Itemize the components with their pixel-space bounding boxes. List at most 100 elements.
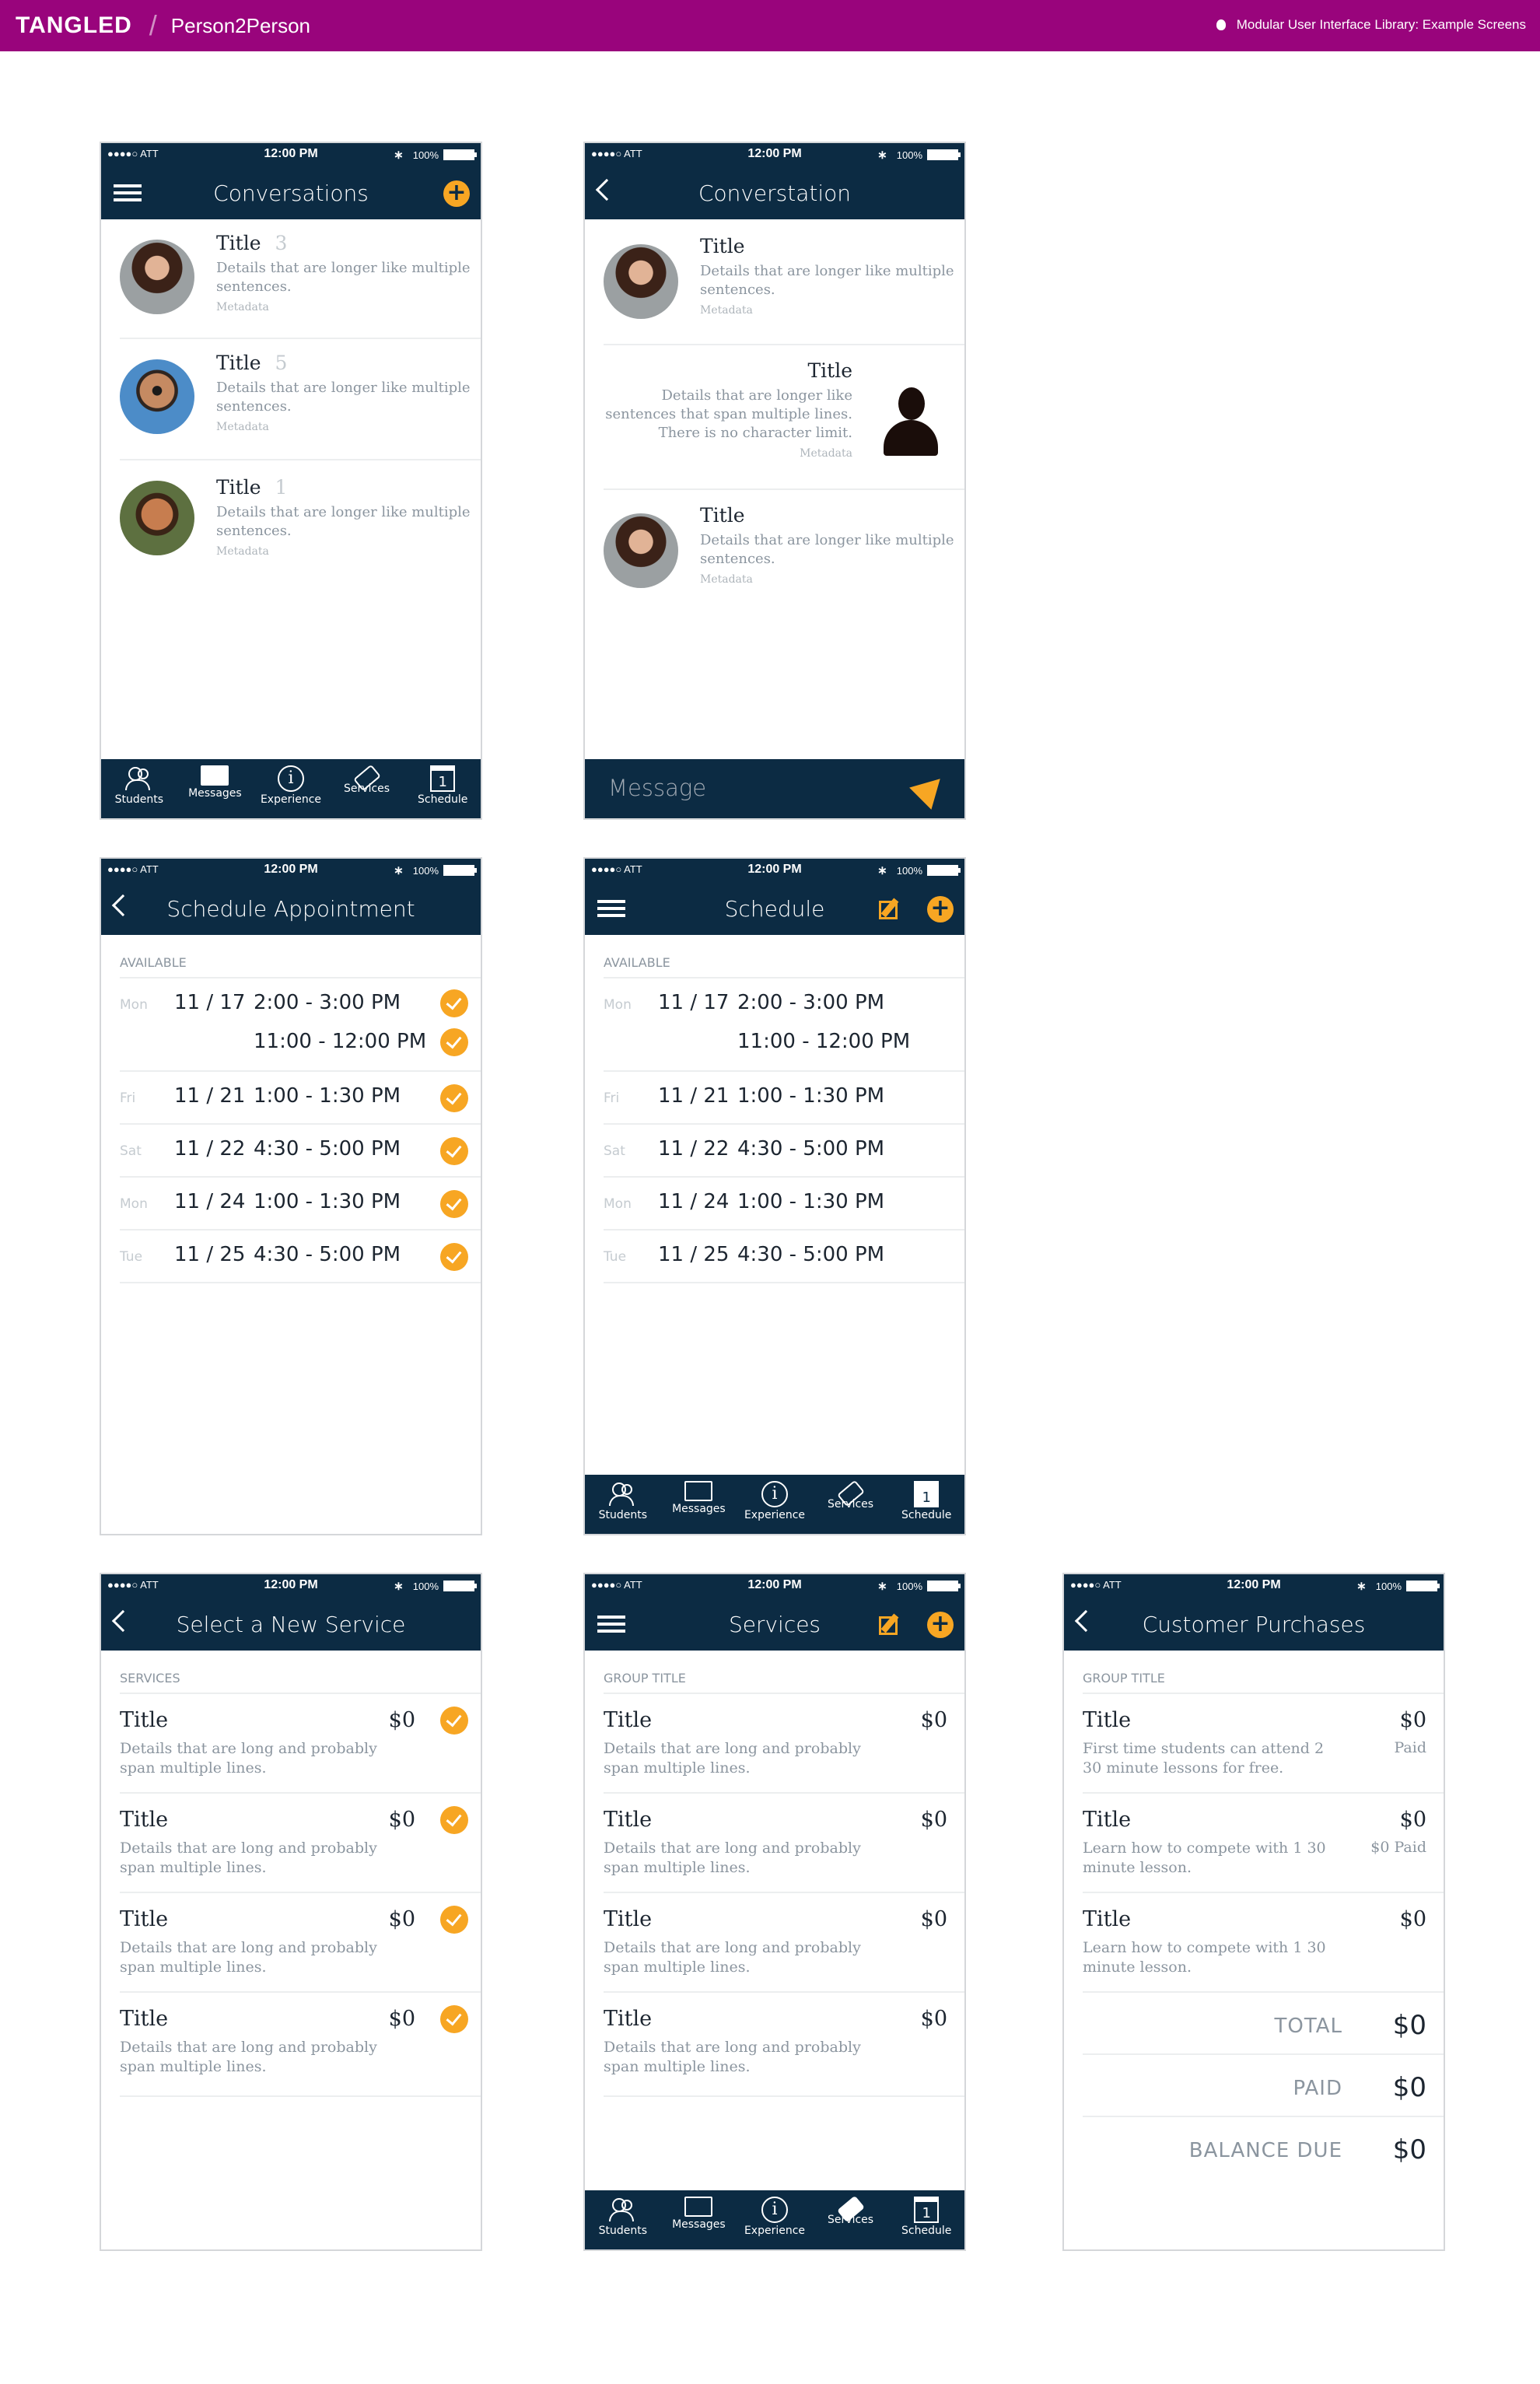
tab-services[interactable]: Services [330,759,404,818]
tab-services[interactable]: Services [814,1475,888,1534]
slot-row[interactable]: 11:00 - 12:00 PM [604,1020,964,1072]
item-details: Details that are longer like multiple se… [216,504,471,539]
tab-experience[interactable]: i Experience [737,1475,812,1534]
purchase-details: First time students can attend 2 30 minu… [1083,1740,1325,1777]
bluetooth-icon: ∗ [877,1580,887,1593]
tab-label: Messages [672,1503,726,1515]
unread-count: 5 [275,352,288,374]
service-row[interactable]: Title Details that are long and probably … [604,1694,964,1794]
message-item: Title Details that are longer like sente… [604,345,964,490]
page-title: Conversations [213,180,369,206]
slot-date: 11 / 22 [174,1137,246,1160]
tab-messages[interactable]: Messages [661,2190,736,2249]
edit-icon[interactable] [877,894,904,921]
tab-students[interactable]: Students [586,1475,660,1534]
paid-label: PAID [1293,2077,1342,2100]
add-icon[interactable]: + [927,896,954,922]
service-row[interactable]: Title Details that are long and probably … [120,1794,481,1893]
conversation-item[interactable]: Title 5 Details that are longer like mult… [120,339,481,460]
battery: ∗ 100% [877,863,961,877]
slot-row[interactable]: Sat 11 / 22 4:30 - 5:00 PM [120,1125,481,1178]
add-icon[interactable]: + [927,1612,954,1638]
check-icon[interactable] [440,1707,468,1735]
tab-experience[interactable]: i Experience [254,759,328,818]
slot-row[interactable]: 11:00 - 12:00 PM [120,1020,481,1072]
purchase-status: $0 Paid [1370,1839,1426,1856]
battery: ∗ 100% [394,863,477,877]
slot-row[interactable]: Tue 11 / 25 4:30 - 5:00 PM [604,1231,964,1283]
slot-time: 2:00 - 3:00 PM [254,991,401,1014]
purchase-price: $0 [1399,1708,1426,1732]
slot-row[interactable]: Fri 11 / 21 1:00 - 1:30 PM [604,1072,964,1125]
avatar [120,359,194,434]
paid-value: $0 [1392,2072,1426,2103]
tab-messages[interactable]: Messages [661,1475,736,1534]
check-icon[interactable] [440,1906,468,1934]
purchase-row[interactable]: Title First time students can attend 2 30… [1083,1694,1444,1794]
service-row[interactable]: Title Details that are long and probably … [120,1993,481,2097]
slot-date: 11 / 24 [658,1190,730,1213]
tab-students[interactable]: Students [102,759,177,818]
check-icon[interactable] [440,2005,468,2033]
battery: ∗ 100% [1356,1579,1440,1593]
slot-row[interactable]: Mon 11 / 17 2:00 - 3:00 PM [120,978,481,1020]
library-text: Modular User Interface Library: Example … [1236,17,1526,32]
check-icon[interactable] [440,1084,468,1112]
message-item: Title Details that are longer like multi… [604,490,964,607]
tab-schedule[interactable]: 1 Schedule [889,1475,964,1534]
tab-schedule[interactable]: 1 Schedule [889,2190,964,2249]
tab-services[interactable]: Services [814,2190,888,2249]
tab-experience[interactable]: i Experience [737,2190,812,2249]
item-details: Details that are longer like multiple se… [700,532,954,567]
slot-row[interactable]: Sat 11 / 22 4:30 - 5:00 PM [604,1125,964,1178]
page-title: Schedule [724,896,825,922]
service-row[interactable]: Title Details that are long and probably … [120,1694,481,1794]
service-title: Title [604,2007,653,2031]
message-input[interactable]: Message [608,775,706,801]
item-metadata: Metadata [800,447,852,460]
check-icon[interactable] [440,1137,468,1165]
item-title: Title [216,352,261,374]
check-icon[interactable] [440,1806,468,1834]
bluetooth-icon: ∗ [1356,1580,1367,1593]
conversation-item[interactable]: Title 3 Details that are longer like mult… [120,219,481,339]
service-row[interactable]: Title Details that are long and probably … [604,1794,964,1893]
send-icon[interactable] [909,768,951,810]
item-title: Title [216,232,261,254]
service-row[interactable]: Title Details that are long and probably … [604,1893,964,1993]
page-title: Schedule Appointment [166,896,415,922]
conversation-item[interactable]: Title 1 Details that are longer like mult… [120,460,481,582]
check-icon[interactable] [440,1243,468,1271]
tab-bar: Students Messages i Experience Services 1… [101,759,481,818]
bluetooth-icon: ∗ [877,864,887,877]
purchase-row[interactable]: Title Learn how to compete with 1 30 minu… [1083,1794,1444,1893]
slot-row[interactable]: Tue 11 / 25 4:30 - 5:00 PM [120,1231,481,1283]
service-title: Title [120,1708,169,1732]
check-icon[interactable] [440,1190,468,1218]
tab-label: Experience [260,793,322,806]
battery-percent: 100% [1375,1580,1402,1592]
check-icon[interactable] [440,989,468,1017]
slot-day: Fri [120,1090,136,1106]
balance-label: BALANCE DUE [1188,2139,1342,2162]
purchase-row[interactable]: Title Learn how to compete with 1 30 minu… [1083,1893,1444,1993]
slot-row[interactable]: Fri 11 / 21 1:00 - 1:30 PM [120,1072,481,1125]
slot-date: 11 / 25 [174,1243,246,1266]
service-row[interactable]: Title Details that are long and probably … [604,1993,964,2097]
tab-schedule[interactable]: 1 Schedule [405,759,480,818]
slot-day: Mon [604,997,632,1013]
battery: ∗ 100% [877,148,961,162]
tab-students[interactable]: Students [586,2190,660,2249]
slot-row[interactable]: Mon 11 / 17 2:00 - 3:00 PM [604,978,964,1020]
info-icon: i [277,765,304,792]
slot-row[interactable]: Mon 11 / 24 1:00 - 1:30 PM [120,1178,481,1231]
service-row[interactable]: Title Details that are long and probably … [120,1893,481,1993]
slot-row[interactable]: Mon 11 / 24 1:00 - 1:30 PM [604,1178,964,1231]
check-icon[interactable] [440,1028,468,1056]
message-item: Title Details that are longer like multi… [604,219,964,345]
bluetooth-icon: ∗ [877,149,887,162]
tab-messages[interactable]: Messages [177,759,252,818]
add-icon[interactable]: + [443,180,470,207]
nav-bar: Conversations + [101,166,481,219]
edit-icon[interactable] [877,1610,904,1637]
